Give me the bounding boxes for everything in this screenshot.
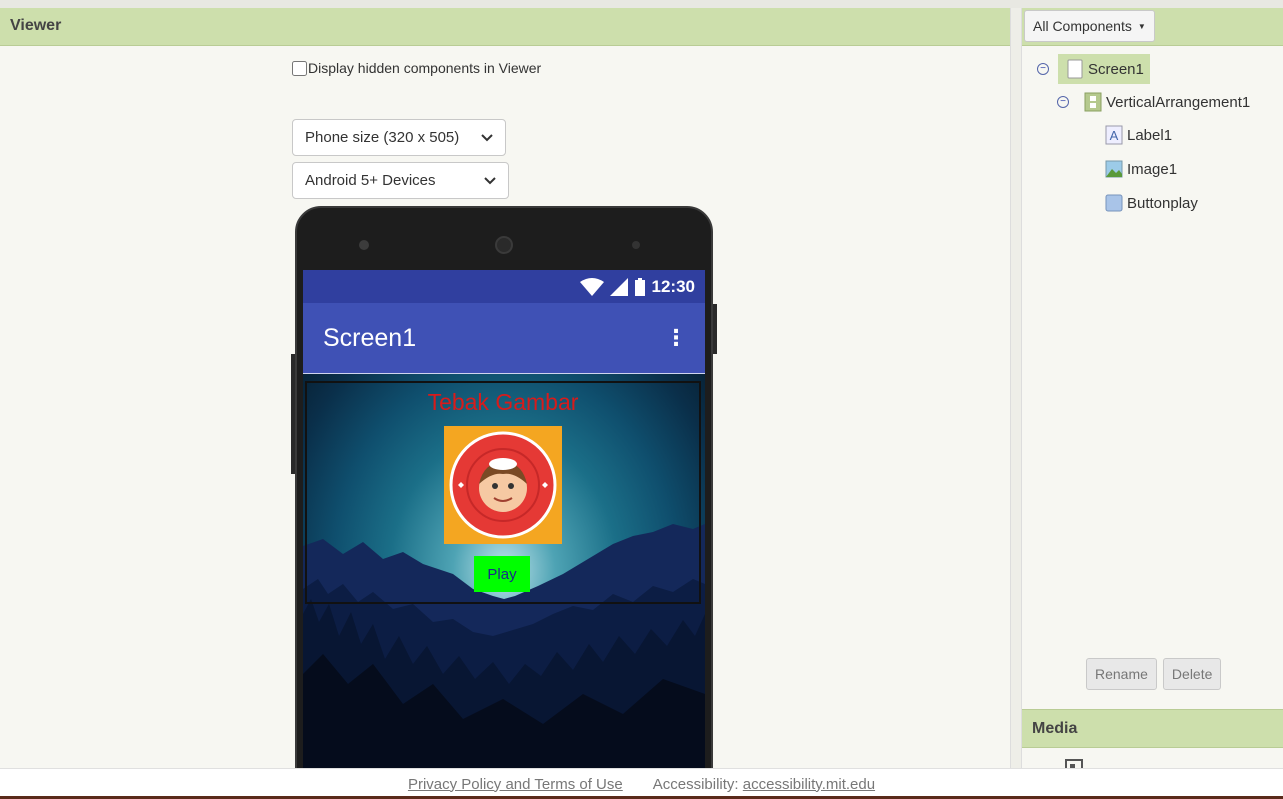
tree-node-label1[interactable]: A Label1	[1105, 125, 1172, 145]
chevron-down-icon	[484, 176, 496, 184]
component-actions: Rename Delete	[1086, 658, 1222, 690]
status-bar: 12:30	[303, 270, 705, 303]
phone-size-select[interactable]: Phone size (320 x 505)	[292, 119, 506, 156]
image-icon	[1105, 160, 1123, 178]
image-logo[interactable]	[444, 426, 562, 544]
accessibility-link[interactable]: accessibility.mit.edu	[743, 776, 875, 793]
all-components-label: All Components	[1033, 18, 1132, 34]
media-title: Media	[1022, 709, 1283, 748]
tree-node-buttonplay[interactable]: Buttonplay	[1105, 193, 1198, 213]
components-header: All Components ▼	[1022, 8, 1283, 46]
display-hidden-checkbox-row[interactable]: Display hidden components in Viewer	[292, 60, 541, 76]
app-bar: Screen1 ⋮	[303, 303, 705, 374]
all-components-dropdown[interactable]: All Components ▼	[1024, 10, 1155, 42]
vertical-arrangement-icon	[1084, 92, 1102, 112]
footer: Privacy Policy and Terms of Use Accessib…	[0, 768, 1283, 799]
svg-text:A: A	[1110, 128, 1119, 143]
tree-label-screen1: Screen1	[1088, 60, 1144, 78]
rename-button[interactable]: Rename	[1086, 658, 1157, 690]
phone-mockup: 12:30 Screen1 ⋮ Tebak Gambar Play	[291, 206, 717, 768]
caret-down-icon: ▼	[1137, 21, 1146, 31]
tree-label-label1: Label1	[1127, 126, 1173, 144]
screen-title: Screen1	[323, 323, 417, 352]
signal-icon	[609, 277, 628, 296]
viewer-panel: Viewer Display hidden components in View…	[0, 8, 1010, 768]
privacy-policy-link[interactable]: Privacy Policy and Terms of Use	[408, 776, 623, 793]
overflow-menu-icon[interactable]: ⋮	[665, 325, 687, 351]
label-icon: A	[1105, 125, 1123, 145]
media-panel: Media	[1022, 709, 1283, 769]
tree-label-buttonplay: Buttonplay	[1127, 194, 1198, 212]
collapse-screen1-icon[interactable]: −	[1037, 63, 1049, 75]
top-strip	[0, 0, 1283, 8]
screen-icon	[1067, 59, 1083, 79]
display-hidden-checkbox[interactable]	[292, 60, 307, 76]
label-tebak-gambar[interactable]: Tebak Gambar	[307, 389, 699, 416]
tree-label-verticalarrangement1: VerticalArrangement1	[1106, 93, 1251, 111]
tebak-gambar-logo-icon	[444, 426, 562, 544]
accessibility-text: Accessibility: accessibility.mit.edu	[653, 776, 875, 793]
tree-node-image1[interactable]: Image1	[1105, 159, 1177, 179]
phone-speaker-icon	[495, 236, 513, 254]
battery-icon	[634, 277, 645, 296]
panel-divider[interactable]	[1010, 8, 1022, 768]
components-panel: All Components ▼ − Screen1 − VerticalArr…	[1022, 8, 1283, 702]
phone-sensor-icon	[359, 240, 369, 250]
accessibility-prefix: Accessibility:	[652, 775, 739, 793]
button-icon	[1105, 194, 1123, 212]
tree-node-screen1[interactable]: Screen1	[1058, 54, 1150, 84]
device-value: Android 5+ Devices	[305, 172, 436, 189]
phone-side-button	[713, 304, 717, 354]
screen-content: Tebak Gambar Play	[303, 374, 705, 768]
device-select[interactable]: Android 5+ Devices	[292, 162, 509, 199]
phone-size-value: Phone size (320 x 505)	[305, 129, 460, 146]
delete-button[interactable]: Delete	[1162, 658, 1222, 690]
phone-screen: 12:30 Screen1 ⋮ Tebak Gambar Play	[303, 270, 705, 768]
tree-label-image1: Image1	[1127, 160, 1178, 178]
viewer-title: Viewer	[0, 8, 1010, 46]
display-hidden-label: Display hidden components in Viewer	[308, 60, 542, 76]
play-button[interactable]: Play	[474, 556, 530, 592]
phone-side-button	[291, 354, 295, 474]
chevron-down-icon	[481, 133, 493, 141]
viewer-body: Display hidden components in Viewer Phon…	[0, 46, 1010, 768]
status-time: 12:30	[651, 276, 695, 296]
phone-camera-icon	[632, 241, 640, 249]
vertical-arrangement[interactable]: Tebak Gambar Play	[305, 381, 701, 604]
tree-node-verticalarrangement1[interactable]: VerticalArrangement1	[1084, 92, 1250, 112]
collapse-arrangement-icon[interactable]: −	[1057, 96, 1069, 108]
wifi-icon	[579, 277, 604, 296]
